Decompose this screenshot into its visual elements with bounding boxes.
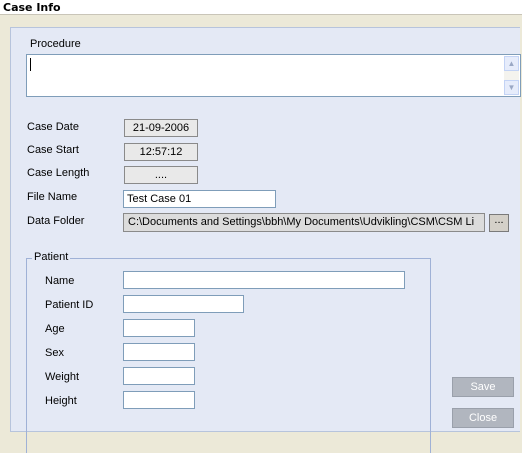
case-start-value: 12:57:12	[124, 143, 198, 161]
scroll-up-arrow-icon[interactable]: ▲	[504, 56, 519, 71]
scroll-down-arrow-icon[interactable]: ▼	[504, 80, 519, 95]
patient-id-input[interactable]	[123, 295, 244, 313]
patient-name-label: Name	[45, 275, 75, 287]
save-button[interactable]: Save	[452, 377, 514, 397]
case-date-value: 21-09-2006	[124, 119, 198, 137]
procedure-textarea[interactable]: ▲ ▼	[26, 54, 521, 97]
procedure-scrollbar[interactable]: ▲ ▼	[504, 56, 519, 95]
file-name-label: File Name	[27, 191, 78, 203]
browse-folder-button[interactable]: ...	[489, 214, 509, 232]
patient-height-label: Height	[45, 395, 77, 407]
patient-sex-input[interactable]	[123, 343, 195, 361]
data-folder-path: C:\Documents and Settings\bbh\My Documen…	[123, 213, 485, 232]
patient-group-label: Patient	[32, 251, 71, 263]
case-start-label: Case Start	[27, 144, 79, 156]
file-name-input[interactable]: Test Case 01	[123, 190, 276, 208]
patient-age-input[interactable]	[123, 319, 195, 337]
text-caret	[30, 58, 31, 71]
patient-sex-label: Sex	[45, 347, 64, 359]
case-length-label: Case Length	[27, 167, 90, 179]
patient-height-input[interactable]	[123, 391, 195, 409]
patient-age-label: Age	[45, 323, 65, 335]
case-date-label: Case Date	[27, 121, 79, 133]
case-length-value: ....	[124, 166, 198, 184]
patient-name-input[interactable]	[123, 271, 405, 289]
close-button[interactable]: Close	[452, 408, 514, 428]
data-folder-label: Data Folder	[27, 215, 85, 227]
patient-weight-label: Weight	[45, 371, 80, 383]
procedure-label: Procedure	[30, 38, 81, 50]
patient-id-label: Patient ID	[45, 299, 94, 311]
patient-weight-input[interactable]	[123, 367, 195, 385]
window-title: Case Info	[0, 0, 522, 15]
